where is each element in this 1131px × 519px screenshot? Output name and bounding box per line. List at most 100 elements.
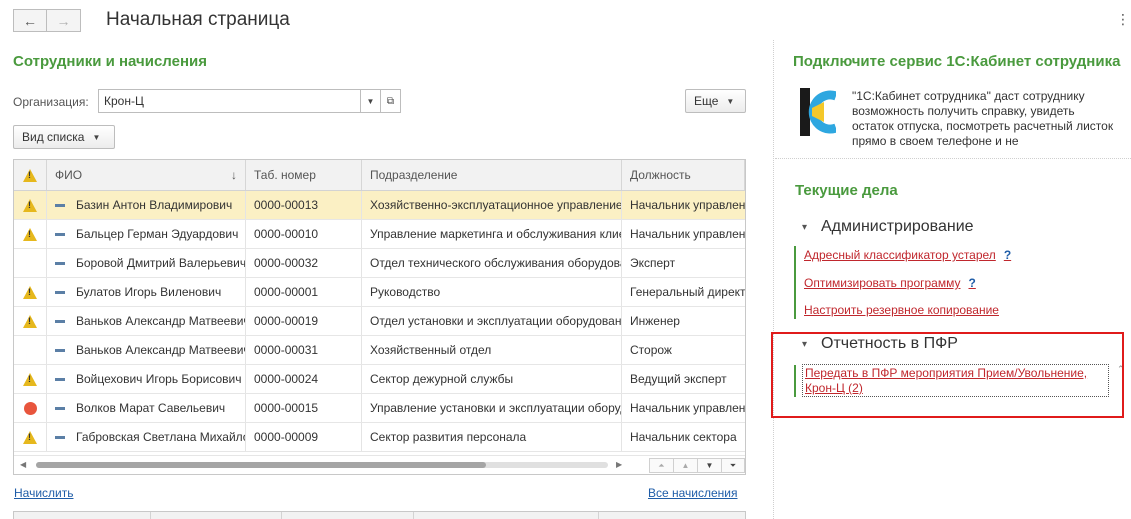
header-position[interactable]: Должность [622,160,745,190]
chevron-down-icon: ▼ [366,96,375,106]
row-status-cell [14,220,47,248]
row-tab-number: 0000-00009 [246,423,362,451]
employees-section-title[interactable]: Сотрудники и начисления [13,53,207,70]
table-row[interactable]: Ваньков Александр Матвеевич 0000-00031 Хоз… [14,336,745,365]
help-icon[interactable]: ? [1004,248,1011,262]
organization-input[interactable] [98,89,361,113]
header-warning[interactable] [14,160,47,190]
row-status-cell [14,307,47,335]
employee-icon [55,232,65,236]
row-fio-cell: Бальцер Герман Эдуардович [47,220,246,248]
first-page-button[interactable]: ⏶ [649,458,673,473]
row-position: Начальник сектора [630,430,737,444]
employee-icon [55,261,65,265]
row-fio: Габровская Светлана Михайловна [76,430,245,444]
row-tab-number: 0000-00019 [246,307,362,335]
warning-icon [23,198,37,212]
service-title[interactable]: Подключите сервис 1С:Кабинет сотрудника [793,53,1131,70]
open-button[interactable]: ⧉ [381,89,401,113]
table-row[interactable]: Ваньков Александр Матвеевич0000-00019Отд… [14,307,745,336]
nav-buttons: ← → [13,9,81,32]
section-divider [775,158,1131,159]
chevron-down-icon: ▾ [802,221,808,233]
row-tab-number: 0000-00024 [246,365,362,393]
row-fio: Ваньков Александр Матвеевич [76,314,246,328]
organization-field: ▼ ⧉ [98,89,403,113]
last-page-button[interactable]: ⏷ [721,458,745,473]
warning-icon [23,430,37,444]
task-optimize[interactable]: Оптимизировать программу? [804,276,976,290]
header-tab-number[interactable]: Таб. номер [246,160,362,190]
open-window-icon: ⧉ [386,95,395,107]
table-row[interactable]: Бальцер Герман Эдуардович 0000-00010Управ… [14,220,745,249]
chevron-down-icon: ▼ [726,96,735,106]
back-button[interactable]: ← [13,9,47,32]
cabinet-logo-icon [800,88,836,136]
warning-icon [23,168,37,182]
arrow-right-icon: → [56,12,71,29]
row-department: Хозяйственно-эксплуатационное управление [362,191,622,219]
prev-page-button[interactable]: ▲ [673,458,697,473]
scroll-right-icon[interactable]: ▶ [616,460,622,469]
employee-icon [55,319,65,323]
warning-icon [23,314,37,328]
table-row[interactable]: Базин Антон Владимирович 0000-00013Хозяйс… [14,191,745,220]
header-department[interactable]: Подразделение [362,160,622,190]
task-label: Оптимизировать программу [804,276,961,290]
table-row[interactable]: Волков Марат Савельевич 0000-00015 Управле… [14,394,745,423]
row-fio: Боровой Дмитрий Валерьевич [76,256,246,270]
scroll-thumb[interactable] [36,462,486,468]
more-button[interactable]: Еще ▼ [685,89,746,113]
row-status-cell [14,336,47,364]
row-status-cell [14,191,47,219]
group-administration-label: Администрирование [821,218,974,235]
row-fio: Базин Антон Владимирович [76,198,233,212]
task-backup[interactable]: Настроить резервное копирование [804,303,999,317]
table-column [282,512,414,519]
employee-icon [55,406,65,410]
table-row[interactable]: Войцехович Игорь Борисович 0000-00024Сект… [14,365,745,394]
row-position: Сторож [630,343,672,357]
row-fio-cell: Булатов Игорь Виленович [47,278,246,306]
row-department: Управление маркетинга и обслуживания кли… [362,220,622,248]
group-administration[interactable]: ▾ Администрирование [797,218,974,236]
table-row[interactable]: Булатов Игорь Виленович 0000-00001Руковод… [14,278,745,307]
panel-divider [773,40,774,519]
employee-icon [55,348,65,352]
row-department: Хозяйственный отдел [362,336,622,364]
row-tab-number: 0000-00015 [246,394,362,422]
employee-icon [55,435,65,439]
table-column [414,512,599,519]
table-row[interactable]: Боровой Дмитрий Валерьевич 0000-00032 Отде… [14,249,745,278]
group-bar [794,246,796,319]
all-accruals-link[interactable]: Все начисления [648,486,738,500]
view-mode-button[interactable]: Вид списка ▼ [13,125,115,149]
header-fio[interactable]: ФИО ↓ [47,160,246,190]
row-fio-cell: Ваньков Александр Матвеевич [47,307,246,335]
next-page-button[interactable]: ▼ [697,458,721,473]
help-icon[interactable]: ? [968,276,975,290]
dropdown-button[interactable]: ▼ [361,89,381,113]
row-fio: Войцехович Игорь Борисович [76,372,242,386]
table-row[interactable]: Габровская Светлана Михайловна0000-00009… [14,423,745,452]
horizontal-scrollbar[interactable]: ◀ ▶ ⏶ ▲ ▼ ⏷ [14,455,745,474]
table-header: ФИО ↓ Таб. номер Подразделение Должность [14,160,745,191]
row-department: Отдел установки и эксплуатации оборудова… [362,307,622,335]
row-position: Инженер [630,314,680,328]
view-mode-label: Вид списка [22,130,85,144]
forward-button[interactable]: → [47,9,81,32]
row-department: Сектор развития персонала [362,423,622,451]
row-fio-cell: Боровой Дмитрий Валерьевич [47,249,246,277]
scroll-track[interactable] [36,462,608,468]
task-address-classifier[interactable]: Адресный классификатор устарел? [804,248,1011,262]
row-tab-number: 0000-00032 [246,249,362,277]
warning-icon [23,285,37,299]
table-column [14,512,151,519]
header-fio-label: ФИО [55,168,83,182]
scroll-left-icon[interactable]: ◀ [20,460,26,469]
row-fio: Ваньков Александр Матвеевич [76,343,246,357]
row-fio-cell: Базин Антон Владимирович [47,191,246,219]
more-vertical-icon[interactable]: ⋮ [1116,12,1130,26]
row-status-cell [14,394,47,422]
calculate-link[interactable]: Начислить [14,486,73,500]
